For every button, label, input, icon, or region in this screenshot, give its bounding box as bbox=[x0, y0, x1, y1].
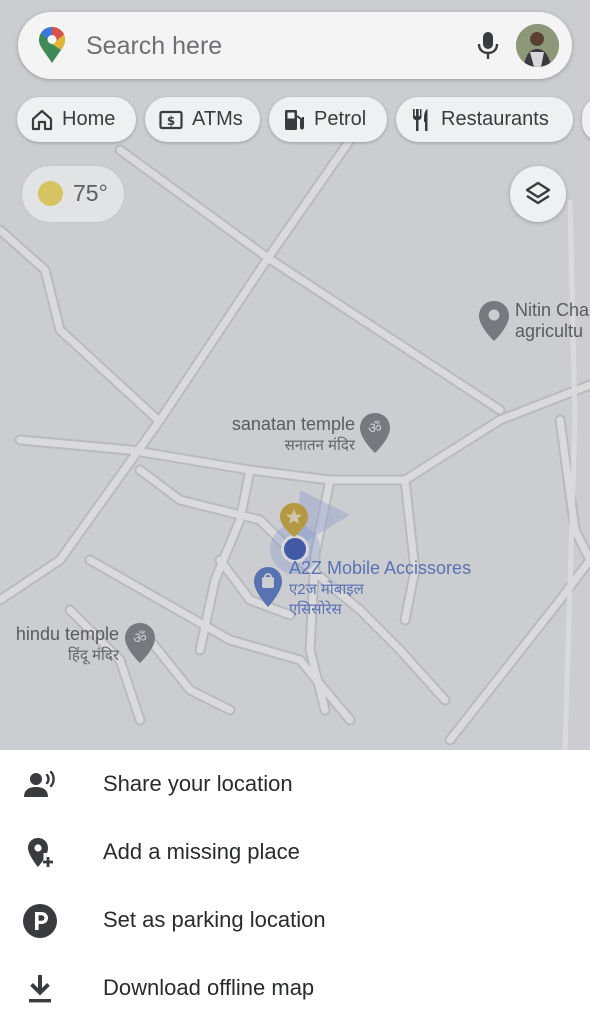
poi-label-sanatan-temple[interactable]: sanatan temple bbox=[223, 414, 355, 435]
chip-home[interactable]: Home bbox=[17, 97, 136, 142]
layers-icon bbox=[525, 181, 551, 205]
map-view[interactable]: Nitin Cha agricultu sanatan temple सनातन… bbox=[0, 0, 590, 750]
poi-sublabel-a2z-2: एसिसोरेस bbox=[289, 601, 342, 618]
chip-home-label: Home bbox=[62, 108, 116, 130]
menu-label-share-location: Share your location bbox=[103, 771, 293, 796]
weather-badge[interactable]: 75° bbox=[22, 166, 124, 222]
microphone-icon[interactable] bbox=[476, 31, 500, 61]
menu-label-download-offline-map: Download offline map bbox=[103, 975, 315, 1000]
svg-text:ॐ: ॐ bbox=[133, 629, 147, 647]
chip-restaurants[interactable]: Restaurants bbox=[396, 97, 573, 142]
menu-item-download-offline-map[interactable]: Download offline map bbox=[0, 954, 590, 1022]
svg-text:$: $ bbox=[167, 114, 175, 128]
poi-sublabel-hindu-temple: हिंदू मंदिर bbox=[68, 647, 119, 664]
shopping-pin-icon[interactable] bbox=[253, 566, 283, 608]
menu-label-add-missing-place: Add a missing place bbox=[103, 839, 300, 864]
chip-petrol[interactable]: Petrol bbox=[269, 97, 387, 142]
search-bar[interactable]: Search here bbox=[18, 12, 572, 79]
home-icon bbox=[31, 109, 53, 130]
profile-avatar[interactable] bbox=[516, 24, 559, 67]
poi-label-a2z-mobile[interactable]: A2Z Mobile Accissores bbox=[289, 558, 471, 579]
bottom-sheet-menu: Share your location Add a missing place … bbox=[0, 750, 590, 1024]
poi-sublabel-sanatan-temple: सनातन मंदिर bbox=[284, 437, 355, 454]
chip-atms[interactable]: $ ATMs bbox=[145, 97, 260, 142]
chip-atms-label: ATMs bbox=[192, 108, 243, 130]
layers-button[interactable] bbox=[510, 166, 566, 222]
star-pin-icon[interactable] bbox=[279, 502, 309, 538]
download-icon bbox=[29, 975, 51, 1003]
atm-icon: $ bbox=[159, 110, 183, 129]
google-maps-pin-icon bbox=[39, 27, 65, 63]
poi-sublabel-nitin: agricultu bbox=[515, 321, 584, 341]
sun-icon bbox=[38, 181, 63, 206]
chip-petrol-label: Petrol bbox=[314, 108, 367, 130]
menu-label-parking-location: Set as parking location bbox=[103, 907, 326, 932]
temperature: 75° bbox=[73, 180, 108, 206]
poi-label-nitin[interactable]: Nitin Cha bbox=[515, 300, 589, 321]
add-place-icon bbox=[28, 838, 53, 867]
poi-label-hindu-temple[interactable]: hindu temple bbox=[6, 624, 119, 645]
share-location-icon bbox=[24, 770, 55, 797]
parking-icon bbox=[23, 904, 57, 938]
temple-pin-icon[interactable]: ॐ bbox=[124, 622, 156, 664]
temple-pin-icon[interactable]: ॐ bbox=[359, 412, 391, 454]
svg-text:ॐ: ॐ bbox=[368, 419, 382, 437]
menu-item-parking-location[interactable]: Set as parking location bbox=[0, 886, 590, 954]
poi-sublabel-a2z-1: ए2ज मोबाइल bbox=[289, 581, 364, 598]
fork-knife-icon bbox=[413, 108, 428, 131]
fuel-pump-icon bbox=[285, 109, 304, 130]
menu-item-share-location[interactable]: Share your location bbox=[0, 750, 590, 818]
search-input[interactable]: Search here bbox=[86, 32, 222, 61]
map-pin-icon[interactable] bbox=[478, 300, 510, 342]
chip-restaurants-label: Restaurants bbox=[441, 108, 549, 130]
menu-item-add-missing-place[interactable]: Add a missing place bbox=[0, 818, 590, 886]
